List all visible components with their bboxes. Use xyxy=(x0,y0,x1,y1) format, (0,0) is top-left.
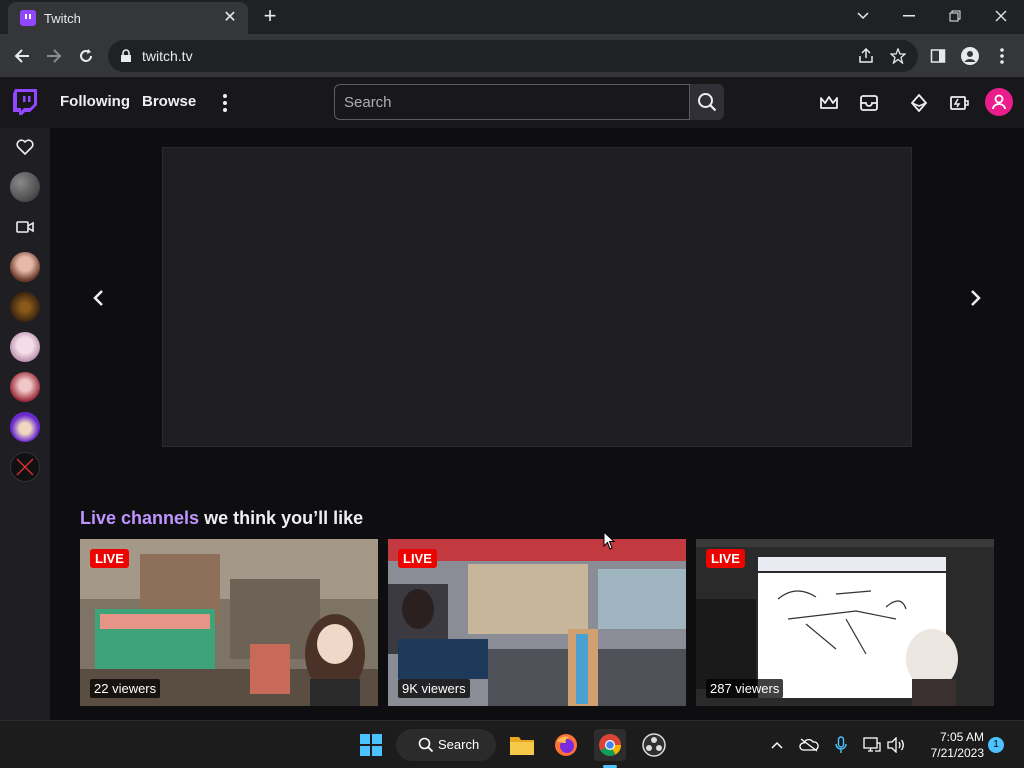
close-tab-icon[interactable]: ✕ xyxy=(220,8,240,28)
url-text: twitch.tv xyxy=(142,48,193,64)
side-panel-icon[interactable] xyxy=(924,42,952,70)
browser-tab[interactable]: Twitch ✕ xyxy=(8,2,248,34)
taskbar-search-button[interactable]: Search xyxy=(396,729,496,761)
windows-start-icon[interactable] xyxy=(355,729,387,761)
channel-avatar[interactable] xyxy=(10,252,40,282)
recommended-video-icon[interactable] xyxy=(13,215,37,239)
reload-icon[interactable] xyxy=(72,42,100,70)
section-heading-accent[interactable]: Live channels xyxy=(80,508,199,528)
prime-crown-icon[interactable] xyxy=(817,91,841,115)
tab-title: Twitch xyxy=(44,11,81,26)
taskbar-search-label: Search xyxy=(438,737,480,752)
microphone-icon[interactable] xyxy=(831,735,851,755)
following-link[interactable]: Following xyxy=(60,93,130,110)
clock-time: 7:05 AM xyxy=(939,730,984,744)
channel-avatar[interactable] xyxy=(10,332,40,362)
forward-arrow-icon[interactable] xyxy=(40,42,68,70)
channel-avatar[interactable] xyxy=(10,412,40,442)
followed-heart-icon[interactable] xyxy=(13,135,37,159)
followed-channels-sidebar xyxy=(0,128,50,720)
browser-toolbar: twitch.tv xyxy=(0,34,1024,78)
live-badge: LIVE xyxy=(706,549,745,568)
notification-badge[interactable]: 1 xyxy=(988,737,1004,753)
firefox-icon[interactable] xyxy=(550,729,582,761)
stream-card[interactable]: LIVE 22 viewers xyxy=(80,539,378,706)
taskbar-clock[interactable]: 7:05 AM 7/21/2023 xyxy=(914,729,984,761)
live-badge: LIVE xyxy=(398,549,437,568)
channel-avatar[interactable] xyxy=(10,172,40,202)
close-window-button[interactable] xyxy=(978,0,1024,32)
tab-search-chevron-icon[interactable] xyxy=(840,0,886,32)
minimize-button[interactable] xyxy=(886,0,932,32)
search-icon xyxy=(698,93,717,112)
browser-tab-strip: Twitch ✕ + xyxy=(0,0,1024,34)
carousel-prev-chevron-icon[interactable] xyxy=(86,286,110,310)
profile-icon[interactable] xyxy=(956,42,984,70)
bookmark-star-icon[interactable] xyxy=(884,42,912,70)
search-button[interactable] xyxy=(690,84,724,120)
share-icon[interactable] xyxy=(852,42,880,70)
twitch-top-nav: Following Browse Search xyxy=(0,78,1024,128)
back-arrow-icon[interactable] xyxy=(8,42,36,70)
obs-studio-icon[interactable] xyxy=(638,729,670,761)
stream-card[interactable]: LIVE 9K viewers xyxy=(388,539,686,706)
network-icon[interactable] xyxy=(862,735,882,755)
search-placeholder: Search xyxy=(344,94,392,111)
stream-card[interactable]: LIVE 287 viewers xyxy=(696,539,994,706)
viewer-count: 9K viewers xyxy=(398,679,470,698)
section-heading-rest: we think you’ll like xyxy=(199,508,364,528)
restore-button[interactable] xyxy=(932,0,978,32)
main-content: Live channels we think you’ll like LIVE … xyxy=(50,128,1024,720)
channel-avatar[interactable] xyxy=(10,452,40,482)
carousel-next-chevron-icon[interactable] xyxy=(964,286,988,310)
show-hidden-icons-chevron-icon[interactable] xyxy=(767,735,787,755)
bits-icon[interactable] xyxy=(907,91,931,115)
browser-menu-icon[interactable] xyxy=(988,42,1016,70)
more-options-icon[interactable] xyxy=(216,91,234,115)
get-ad-free-icon[interactable] xyxy=(947,91,971,115)
twitch-favicon-icon xyxy=(20,10,36,26)
lock-icon xyxy=(121,49,131,62)
address-bar[interactable]: twitch.tv xyxy=(108,40,918,72)
taskbar-search-icon xyxy=(418,737,434,753)
file-explorer-icon[interactable] xyxy=(506,729,538,761)
live-badge: LIVE xyxy=(90,549,129,568)
channel-avatar[interactable] xyxy=(10,372,40,402)
user-icon xyxy=(992,94,1006,110)
viewer-count: 287 viewers xyxy=(706,679,784,698)
section-heading: Live channels we think you’ll like xyxy=(80,508,363,529)
chrome-icon[interactable] xyxy=(594,729,626,768)
browse-link[interactable]: Browse xyxy=(142,93,196,110)
twitch-logo-icon[interactable] xyxy=(12,88,38,116)
volume-icon[interactable] xyxy=(886,735,906,755)
onedrive-icon[interactable] xyxy=(799,735,819,755)
mouse-cursor-icon xyxy=(603,531,616,550)
featured-stream-carousel[interactable] xyxy=(162,147,912,447)
inbox-icon[interactable] xyxy=(857,91,881,115)
clock-date: 7/21/2023 xyxy=(930,746,984,760)
user-menu-avatar[interactable] xyxy=(985,88,1013,116)
channel-avatar[interactable] xyxy=(10,292,40,322)
search-input[interactable]: Search xyxy=(334,84,690,120)
viewer-count: 22 viewers xyxy=(90,679,161,698)
new-tab-button[interactable]: + xyxy=(258,5,282,29)
windows-taskbar: Search 7:05 AM 7/21/2023 1 xyxy=(0,720,1024,768)
